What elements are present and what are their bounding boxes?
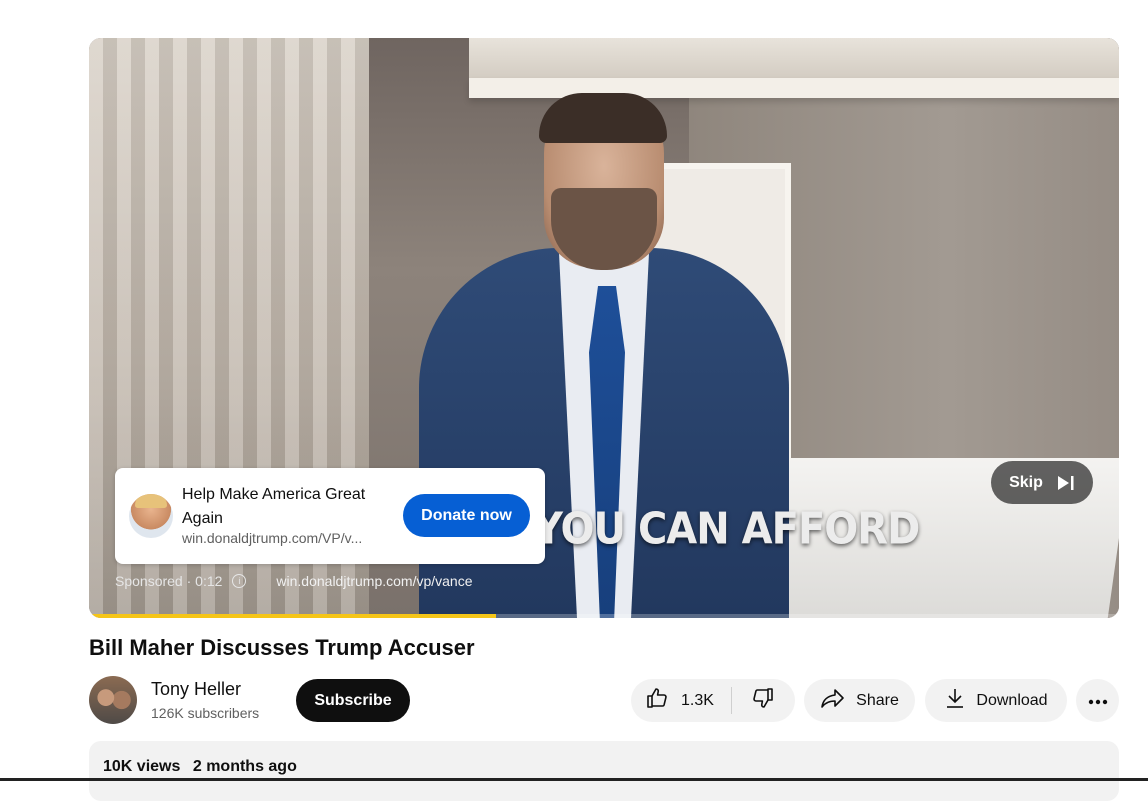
ad-meta: Sponsored · 0:12 i win.donaldjtrump.com/… [115,573,473,589]
download-icon [944,686,966,715]
sponsored-label: Sponsored · 0:12 [115,573,223,589]
dislike-button[interactable] [732,679,794,722]
like-button[interactable]: 1.3K [631,679,731,722]
share-label: Share [856,691,899,709]
skip-ad-button[interactable]: Skip [991,461,1093,504]
skip-next-icon [1057,475,1075,491]
ad-card[interactable]: Help Make America Great Again win.donald… [115,468,545,564]
skip-label: Skip [1009,473,1043,491]
ad-title[interactable]: Help Make America Great Again [182,483,397,531]
channel-name[interactable]: Tony Heller [151,679,241,700]
download-button[interactable]: Download [925,679,1067,722]
video-title: Bill Maher Discusses Trump Accuser [89,635,475,660]
thumbs-up-icon [645,686,669,715]
ad-progress-bar[interactable] [89,614,1119,618]
ad-meta-url[interactable]: win.donaldjtrump.com/vp/vance [276,573,472,589]
advertiser-avatar[interactable] [129,494,173,538]
like-dislike-group: 1.3K [631,679,795,722]
subscribe-button[interactable]: Subscribe [296,679,410,722]
upload-age: 2 months ago [192,758,297,775]
share-icon [820,686,846,715]
view-count: 10K views [103,758,181,775]
ad-progress-fill [89,614,496,618]
info-icon[interactable]: i [232,574,247,588]
thumbs-down-icon [751,686,775,715]
download-label: Download [976,691,1048,709]
share-button[interactable]: Share [804,679,915,722]
ad-url[interactable]: win.donaldjtrump.com/VP/v... [182,530,382,546]
description-meta: 10K views 2 months ago [103,758,305,776]
like-count: 1.3K [681,691,714,709]
more-actions-button[interactable] [1076,679,1119,722]
video-player[interactable]: BUY IF YOU CAN AFFORD Help Make America … [89,38,1119,618]
video-person-hair [539,93,667,143]
subscriber-count: 126K subscribers [151,705,260,721]
channel-avatar[interactable] [89,676,137,724]
more-horizontal-icon [1088,692,1108,710]
description-box[interactable]: 10K views 2 months ago [89,741,1119,801]
donate-now-button[interactable]: Donate now [403,494,530,537]
